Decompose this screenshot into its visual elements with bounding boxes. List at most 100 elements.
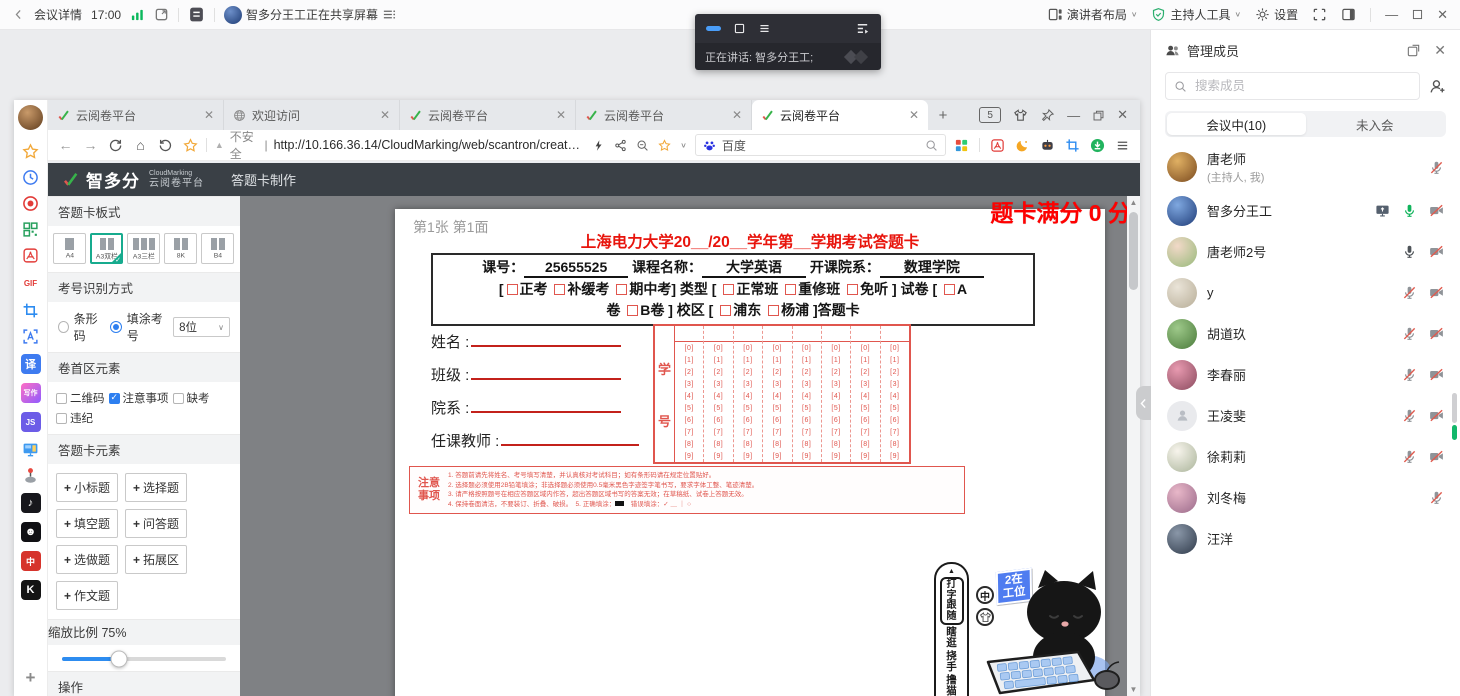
add-小标题-button[interactable]: +小标题	[56, 473, 118, 502]
tab-close-icon[interactable]: ✕	[380, 108, 390, 122]
browser-restore-button[interactable]	[1092, 109, 1105, 122]
mic-muted-icon[interactable]	[1402, 285, 1417, 300]
browser-skin-icon[interactable]	[1013, 108, 1028, 123]
share-list-icon[interactable]	[382, 7, 397, 22]
side-panel-toggle-icon[interactable]	[1341, 7, 1356, 22]
apps-grid-icon[interactable]	[954, 138, 969, 153]
cam-muted-icon[interactable]	[1429, 367, 1444, 382]
member-tab-未入会[interactable]: 未入会	[1306, 113, 1445, 135]
reload-icon[interactable]	[108, 138, 123, 153]
browser-menu-icon[interactable]	[1115, 138, 1130, 153]
baidu-search-box[interactable]: 百度	[695, 134, 946, 156]
ime-arrow-up-icon[interactable]: ▲	[948, 568, 955, 575]
maximize-button[interactable]	[1411, 8, 1424, 21]
gif-tool-icon[interactable]: GIF	[21, 273, 41, 293]
mic-muted-icon[interactable]	[1402, 408, 1417, 423]
ime-mode-menu[interactable]: ▲打字跟随瞎逛挠手撸猫▼S	[934, 562, 969, 696]
download-manager-icon[interactable]	[1090, 138, 1105, 153]
new-tab-button[interactable]: +	[928, 100, 958, 130]
pdf-tool-icon[interactable]	[22, 247, 39, 264]
forward-icon[interactable]: →	[83, 138, 98, 153]
browser-profile-avatar[interactable]	[18, 105, 43, 130]
cam-muted-icon[interactable]	[1429, 408, 1444, 423]
format-tile-8K[interactable]: 8K	[164, 233, 197, 264]
fullscreen-icon[interactable]	[1312, 7, 1327, 22]
member-search-box[interactable]	[1165, 72, 1420, 100]
format-tile-A3双栏[interactable]: A3双栏	[90, 233, 123, 264]
meeting-details-link[interactable]: 会议详情	[34, 6, 82, 23]
sidebar-scrollbar-thumb[interactable]	[1452, 393, 1457, 423]
meeting-back-icon[interactable]	[12, 8, 25, 21]
tab-close-icon[interactable]: ✕	[556, 108, 566, 122]
format-tile-A4[interactable]: A4	[53, 233, 86, 264]
participant-row[interactable]: 王凌斐	[1151, 395, 1460, 436]
page-zoom-icon[interactable]	[636, 139, 649, 152]
header-elem-option[interactable]: 违纪	[56, 410, 93, 426]
participant-row[interactable]: 汪洋	[1151, 518, 1460, 559]
cam-muted-icon[interactable]	[1429, 244, 1444, 259]
participant-row[interactable]: 徐莉莉	[1151, 436, 1460, 477]
bookmark-icon[interactable]	[183, 138, 198, 153]
pin-window-icon[interactable]	[1040, 108, 1055, 123]
scroll-down-arrow[interactable]: ▼	[1127, 685, 1140, 694]
zoom-slider[interactable]	[62, 657, 226, 661]
ime-mode-option[interactable]: 挠手	[946, 651, 958, 673]
cam-muted-icon[interactable]	[1429, 326, 1444, 341]
scrollbar-thumb[interactable]	[1129, 212, 1138, 290]
checkbox-违纪[interactable]	[56, 413, 67, 424]
header-elem-option[interactable]: 二维码	[56, 390, 105, 406]
screenshot-icon[interactable]	[1065, 138, 1080, 153]
tab-close-icon[interactable]: ✕	[732, 108, 742, 122]
browser-tab[interactable]: 云阅卷平台✕	[752, 100, 928, 130]
checkbox-缺考[interactable]	[173, 393, 184, 404]
cam-muted-icon[interactable]	[1429, 449, 1444, 464]
member-tab-会议中(10)[interactable]: 会议中(10)	[1167, 113, 1306, 135]
mic-muted-icon[interactable]	[1429, 160, 1444, 175]
game-center-icon[interactable]	[22, 467, 39, 484]
add-extension-icon[interactable]: +	[21, 668, 41, 688]
digit-count-select[interactable]: 8位 ∨	[173, 317, 230, 337]
page-url[interactable]: http://10.166.36.14/CloudMarking/web/sca…	[274, 138, 587, 152]
radio-fill-id[interactable]	[110, 321, 122, 333]
home-icon[interactable]: ⌂	[133, 138, 148, 153]
scroll-up-arrow[interactable]: ▲	[1127, 198, 1140, 207]
ime-mode-active[interactable]: 打字跟随	[940, 577, 964, 625]
add-选做题-button[interactable]: +选做题	[56, 545, 118, 574]
participant-row[interactable]: 智多分王工	[1151, 190, 1460, 231]
screen-record-icon[interactable]	[22, 195, 39, 212]
browser-tab[interactable]: 云阅卷平台✕	[400, 100, 576, 130]
window-select-icon[interactable]	[733, 22, 746, 35]
tab-close-icon[interactable]: ✕	[204, 108, 214, 122]
add-填空题-button[interactable]: +填空题	[56, 509, 118, 538]
mic-muted-icon[interactable]	[1402, 449, 1417, 464]
browser-tab[interactable]: 欢迎访问✕	[224, 100, 400, 130]
ai-writing-icon[interactable]: 写作	[21, 383, 41, 403]
browser-tab[interactable]: 云阅卷平台✕	[576, 100, 752, 130]
red-app-icon[interactable]: 中	[21, 551, 41, 571]
digital-human-icon[interactable]: ☻	[21, 522, 41, 542]
radio-barcode[interactable]	[58, 321, 69, 333]
participant-row[interactable]: 刘冬梅	[1151, 477, 1460, 518]
header-elem-option[interactable]: 缺考	[173, 390, 210, 406]
screenshot-crop-icon[interactable]	[22, 302, 39, 319]
flash-tool-icon[interactable]	[592, 139, 605, 152]
ime-mode-option[interactable]: 撸猫	[946, 675, 958, 696]
format-tile-B4[interactable]: B4	[201, 233, 234, 264]
layout-switcher[interactable]: 演讲者布局 ∨	[1048, 6, 1138, 23]
add-选择题-button[interactable]: +选择题	[125, 473, 187, 502]
pdf-tool-icon[interactable]	[990, 138, 1005, 153]
cam-muted-icon[interactable]	[1429, 285, 1444, 300]
browser-minimize-button[interactable]: —	[1067, 108, 1080, 123]
mic-dark-icon[interactable]	[1402, 244, 1417, 259]
popout-window-icon[interactable]	[154, 7, 169, 22]
close-panel-icon[interactable]: ✕	[1434, 42, 1446, 59]
browser-close-button[interactable]: ✕	[1117, 107, 1128, 123]
reopen-tab-icon[interactable]	[158, 138, 173, 153]
qr-code-icon[interactable]	[22, 221, 39, 238]
add-member-icon[interactable]	[1429, 78, 1446, 95]
browser-tab[interactable]: 云阅卷平台✕	[48, 100, 224, 130]
cam-muted-icon[interactable]	[1429, 203, 1444, 218]
participant-row[interactable]: 唐老师(主持人, 我)	[1151, 144, 1460, 190]
zoom-slider-knob[interactable]	[111, 651, 128, 668]
screen-share-icon[interactable]	[1375, 203, 1390, 218]
